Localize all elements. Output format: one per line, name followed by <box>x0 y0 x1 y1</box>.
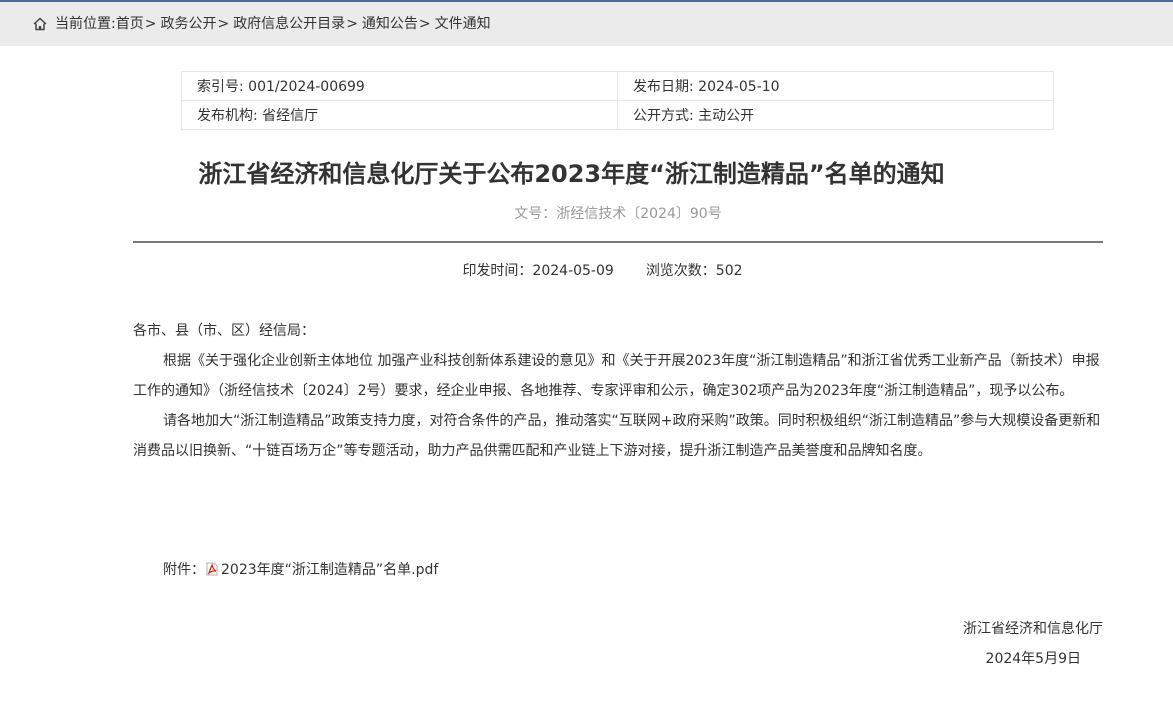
index-number: 索引号: 001/2024-00699 <box>181 71 618 101</box>
publishing-agency: 发布机构: 省经信厅 <box>181 100 618 130</box>
home-icon <box>33 17 47 31</box>
breadcrumb-gov-affairs[interactable]: 政务公开 <box>160 16 216 32</box>
breadcrumb-separator: > <box>217 16 230 32</box>
breadcrumb-file-notices[interactable]: 文件通知 <box>435 16 491 32</box>
article-title: 浙江省经济和信息化厅关于公布2023年度“浙江制造精品”名单的通知 <box>198 160 945 188</box>
document-metadata-table: 索引号: 001/2024-00699 发布日期: 2024-05-10 发布机… <box>181 71 1054 130</box>
attachment-line: 附件： 2023年度“浙江制造精品”名单.pdf <box>163 556 438 584</box>
body-paragraph: 请各地加大“浙江制造精品”政策支持力度，对符合条件的产品，推动落实“互联网+政府… <box>133 413 1101 459</box>
breadcrumb-prefix: 当前位置: <box>55 16 116 32</box>
breadcrumb-separator: > <box>418 16 431 32</box>
disclosure-method: 公开方式: 主动公开 <box>617 100 1054 130</box>
breadcrumb-bar: 当前位置:首页> 政务公开> 政府信息公开目录> 通知公告> 文件通知 <box>0 2 1173 46</box>
breadcrumb-separator: > <box>346 16 358 32</box>
body-paragraph: 根据《关于强化企业创新主体地位 加强产业科技创新体系建设的意见》和《关于开展20… <box>133 353 1100 399</box>
breadcrumb-home[interactable]: 首页 <box>116 16 144 32</box>
breadcrumb-notices[interactable]: 通知公告 <box>362 16 418 32</box>
view-count: 浏览次数：502 <box>645 263 743 279</box>
breadcrumb-separator: > <box>144 16 157 32</box>
signature-block: 浙江省经济和信息化厅 2024年5月9日 <box>963 614 1103 674</box>
title-divider <box>133 241 1103 243</box>
print-time: 印发时间：2024-05-09 <box>462 263 614 279</box>
breadcrumb-info-catalog[interactable]: 政府信息公开目录 <box>233 16 345 32</box>
breadcrumb: 当前位置:首页> 政务公开> 政府信息公开目录> 通知公告> 文件通知 <box>55 15 491 33</box>
attachment-link[interactable]: 2023年度“浙江制造精品”名单.pdf <box>221 562 438 578</box>
publish-date: 发布日期: 2024-05-10 <box>617 71 1054 101</box>
article-info: 印发时间：2024-05-09 浏览次数：502 <box>0 260 1173 280</box>
signing-agency: 浙江省经济和信息化厅 <box>963 621 1103 637</box>
salutation: 各市、县（市、区）经信局： <box>133 323 315 339</box>
attachment-label: 附件： <box>163 562 205 578</box>
signing-date: 2024年5月9日 <box>985 651 1081 667</box>
document-number: 文号：浙经信技术〔2024〕90号 <box>514 206 722 222</box>
pdf-icon <box>206 562 218 576</box>
article-body: 各市、县（市、区）经信局： 根据《关于强化企业创新主体地位 加强产业科技创新体系… <box>133 316 1103 466</box>
